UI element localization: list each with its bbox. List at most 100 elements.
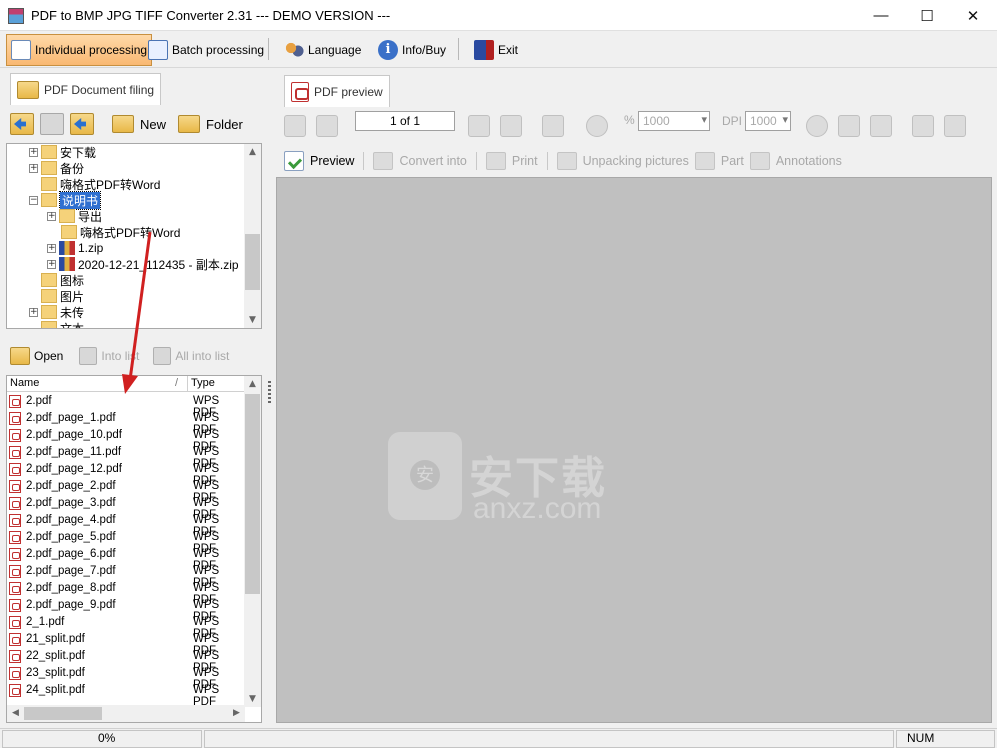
- file-list-row[interactable]: 2.pdf_page_8.pdf WPS PDF: [7, 580, 245, 606]
- preview-canvas[interactable]: 安下载 anxz.com: [276, 177, 992, 723]
- tree-item[interactable]: + 1.zip: [47, 240, 103, 256]
- scroll-down-arrow-icon[interactable]: ▼: [244, 691, 261, 707]
- tab-pdf-preview[interactable]: PDF preview: [284, 75, 390, 107]
- zoom-select[interactable]: 1000: [638, 111, 710, 131]
- panel-splitter[interactable]: [266, 69, 275, 727]
- tree-item[interactable]: 图标: [41, 272, 84, 288]
- column-divider[interactable]: [187, 376, 188, 392]
- scroll-right-arrow-icon[interactable]: ▶: [228, 705, 245, 721]
- tree-item[interactable]: + 导出: [47, 208, 102, 224]
- file-list-row[interactable]: 2.pdf_page_2.pdf WPS PDF: [7, 478, 245, 504]
- folder-forward-icon[interactable]: [40, 113, 64, 135]
- fit-page-icon[interactable]: [838, 115, 860, 137]
- tree-expander[interactable]: +: [47, 211, 56, 221]
- file-list-row[interactable]: 2_1.pdf WPS PDF: [7, 614, 245, 640]
- file-list-row[interactable]: 2.pdf_page_9.pdf WPS PDF: [7, 597, 245, 623]
- tree-expander[interactable]: +: [47, 243, 56, 253]
- new-folder-button[interactable]: New: [140, 117, 166, 132]
- fit-width-icon[interactable]: [870, 115, 892, 137]
- tree-expander[interactable]: +: [29, 147, 38, 157]
- file-name: 2.pdf_page_2.pdf: [26, 480, 116, 492]
- unpacking-pictures-button[interactable]: Unpacking pictures: [583, 154, 689, 168]
- open-button[interactable]: Open: [34, 349, 63, 363]
- close-button[interactable]: ✕: [950, 0, 996, 31]
- file-list-row[interactable]: 2.pdf_page_10.pdf WPS PDF: [7, 427, 245, 453]
- file-list-row[interactable]: 2.pdf_page_7.pdf WPS PDF: [7, 563, 245, 589]
- file-name: 2.pdf_page_4.pdf: [26, 514, 116, 526]
- previous-page-icon[interactable]: [316, 115, 338, 137]
- tree-expander[interactable]: +: [47, 259, 56, 269]
- file-list-row[interactable]: 24_split.pdf WPS PDF: [7, 682, 245, 708]
- exit-button[interactable]: Exit: [470, 34, 522, 66]
- tree-item-selected[interactable]: − 说明书: [29, 190, 102, 210]
- tree-expander[interactable]: −: [29, 195, 38, 205]
- maximize-button[interactable]: ☐: [904, 0, 950, 31]
- tree-scrollbar[interactable]: ▲ ▼: [244, 144, 261, 328]
- file-list-hscrollbar[interactable]: ◀ ▶: [7, 705, 245, 722]
- tree-item[interactable]: 嗨格式PDF转Word: [41, 176, 160, 192]
- column-header-type[interactable]: Type: [191, 377, 215, 389]
- tree-expander[interactable]: +: [29, 307, 38, 317]
- file-list-row[interactable]: 2.pdf_page_5.pdf WPS PDF: [7, 529, 245, 555]
- preview-button[interactable]: Preview: [310, 154, 354, 168]
- convert-into-button[interactable]: Convert into: [399, 154, 466, 168]
- folder-back-icon[interactable]: [10, 113, 34, 135]
- column-header-name[interactable]: Name: [10, 377, 39, 389]
- first-page-icon[interactable]: [284, 115, 306, 137]
- minimize-button[interactable]: —: [858, 0, 904, 31]
- file-list-row[interactable]: 23_split.pdf WPS PDF: [7, 665, 245, 691]
- file-list-row[interactable]: 2.pdf_page_4.pdf WPS PDF: [7, 512, 245, 538]
- scroll-left-arrow-icon[interactable]: ◀: [7, 705, 24, 721]
- dpi-select[interactable]: 1000: [745, 111, 791, 131]
- tree-expander[interactable]: +: [29, 163, 38, 173]
- file-list-row[interactable]: 2.pdf WPS PDF: [7, 393, 245, 419]
- scroll-down-arrow-icon[interactable]: ▼: [244, 312, 261, 328]
- file-list-row[interactable]: 22_split.pdf WPS PDF: [7, 648, 245, 674]
- file-list-row[interactable]: 2.pdf_page_11.pdf WPS PDF: [7, 444, 245, 470]
- file-list-header: Name / Type: [7, 376, 245, 392]
- language-button[interactable]: Language: [280, 34, 365, 66]
- file-list-scrollbar[interactable]: ▲ ▼: [244, 376, 261, 707]
- file-list-row[interactable]: 2.pdf_page_1.pdf WPS PDF: [7, 410, 245, 436]
- tree-item[interactable]: + 未传: [29, 304, 84, 320]
- new-folder-icon[interactable]: [112, 115, 134, 133]
- all-into-list-button[interactable]: All into list: [175, 349, 229, 363]
- zoom-out-icon[interactable]: [586, 115, 608, 137]
- file-list-row[interactable]: 21_split.pdf WPS PDF: [7, 631, 245, 657]
- print-button[interactable]: Print: [512, 154, 538, 168]
- tree-item[interactable]: 文本: [41, 320, 84, 328]
- next-page-icon[interactable]: [468, 115, 490, 137]
- annotations-button[interactable]: Annotations: [776, 154, 842, 168]
- tree-item[interactable]: 图片: [41, 288, 84, 304]
- folder-up-icon[interactable]: [70, 113, 94, 135]
- part-button[interactable]: Part: [721, 154, 744, 168]
- zoom-in-icon[interactable]: [806, 115, 828, 137]
- info-buy-button[interactable]: i Info/Buy: [374, 34, 450, 66]
- folder-tree[interactable]: + 安下载 + 备份 嗨格式PDF转Word − 说明书 + 导出 嗨格式PDF…: [6, 143, 262, 329]
- tree-item[interactable]: 嗨格式PDF转Word: [61, 224, 180, 240]
- page-number-field[interactable]: 1 of 1: [355, 111, 455, 131]
- scroll-thumb[interactable]: [245, 234, 260, 290]
- scroll-up-arrow-icon[interactable]: ▲: [244, 144, 261, 160]
- scroll-thumb[interactable]: [245, 394, 260, 594]
- scroll-up-arrow-icon[interactable]: ▲: [244, 376, 261, 392]
- rotate-right-icon[interactable]: [944, 115, 966, 137]
- tree-item[interactable]: + 2020-12-21_112435 - 副本.zip: [47, 256, 239, 272]
- down-page-icon[interactable]: [500, 115, 522, 137]
- folder-button[interactable]: Folder: [206, 117, 243, 132]
- num-lock-indicator: NUM: [907, 731, 935, 745]
- tree-item[interactable]: + 备份: [29, 160, 84, 176]
- individual-processing-button[interactable]: Individual processing: [6, 34, 153, 66]
- into-list-button[interactable]: Into list: [101, 349, 139, 363]
- rotate-left-icon[interactable]: [912, 115, 934, 137]
- folder-check-icon[interactable]: [178, 115, 201, 133]
- tab-pdf-document-filing[interactable]: PDF Document filing: [10, 73, 162, 105]
- tree-item[interactable]: + 安下载: [29, 144, 96, 160]
- file-list-row[interactable]: 2.pdf_page_6.pdf WPS PDF: [7, 546, 245, 572]
- file-list[interactable]: Name / Type 2.pdf WPS PDF 2.pdf_page_1.pdf…: [6, 375, 262, 723]
- file-list-row[interactable]: 2.pdf_page_12.pdf WPS PDF: [7, 461, 245, 487]
- last-page-icon[interactable]: [542, 115, 564, 137]
- batch-processing-button[interactable]: Batch processing: [144, 34, 268, 66]
- file-list-row[interactable]: 2.pdf_page_3.pdf WPS PDF: [7, 495, 245, 521]
- scroll-thumb[interactable]: [24, 707, 102, 720]
